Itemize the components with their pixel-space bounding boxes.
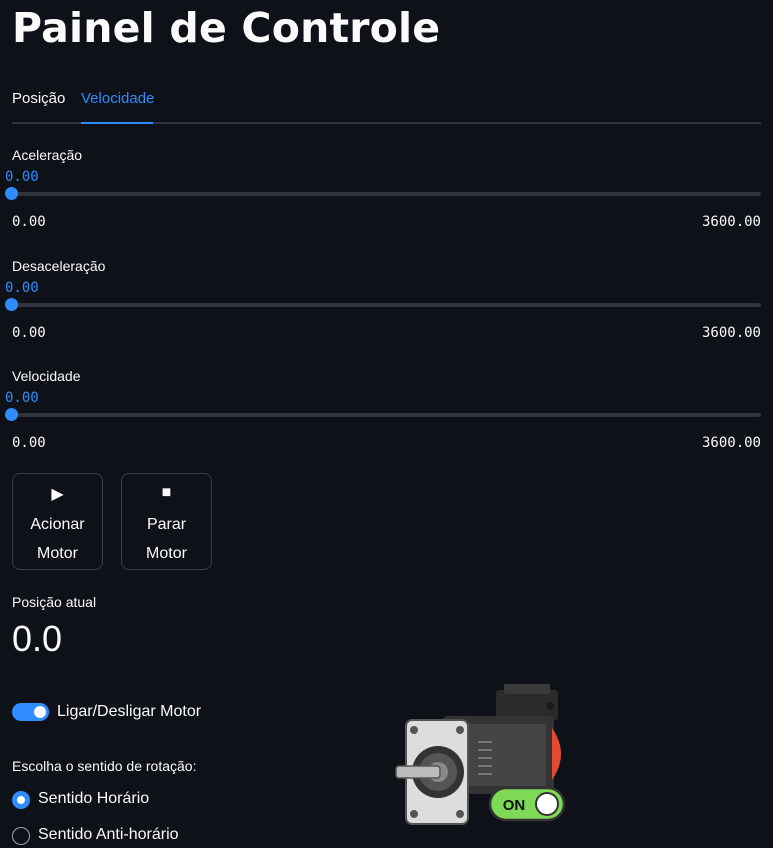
slider-max-label: 3600.00 — [701, 325, 761, 341]
slider-track[interactable] — [12, 303, 761, 307]
slider-track[interactable] — [12, 192, 761, 196]
motor-toggle-label: Ligar/Desligar Motor — [57, 703, 202, 720]
motor-illustration: ON — [395, 684, 566, 825]
slider-desaceleracao: Desaceleração 0.00 0.00 3600.00 — [0, 258, 773, 363]
tab-bar: Posição Velocidade — [12, 86, 761, 124]
tab-posicao[interactable]: Posição — [12, 90, 65, 107]
slider-max-label: 3600.00 — [701, 214, 761, 230]
radio-counterclockwise[interactable] — [12, 827, 30, 845]
radio-counterclockwise-label[interactable]: Sentido Anti-horário — [38, 826, 179, 844]
active-tab-indicator — [81, 122, 153, 124]
metric-value: 0.0 — [12, 618, 63, 659]
metric-label: Posição atual — [12, 594, 97, 610]
slider-label: Velocidade — [12, 368, 81, 384]
slider-min-label: 0.00 — [12, 435, 46, 451]
slider-min-label: 0.00 — [12, 214, 46, 230]
slider-velocidade: Velocidade 0.00 0.00 3600.00 — [0, 368, 773, 473]
slider-current-value: 0.00 — [5, 280, 39, 296]
on-badge-text: ON — [503, 797, 526, 814]
start-motor-label: Acionar Motor — [30, 516, 85, 562]
stop-motor-label: Parar Motor — [146, 516, 187, 562]
stop-icon: ■ — [161, 484, 172, 501]
toggle-knob — [34, 706, 46, 718]
rotation-question: Escolha o sentido de rotação: — [12, 758, 197, 774]
motor-toggle[interactable] — [12, 703, 49, 721]
start-motor-button[interactable]: ▶ Acionar Motor — [12, 473, 103, 570]
radio-clockwise-label[interactable]: Sentido Horário — [38, 790, 149, 808]
stop-motor-button[interactable]: ■ Parar Motor — [121, 473, 212, 570]
slider-current-value: 0.00 — [5, 390, 39, 406]
tab-velocidade[interactable]: Velocidade — [81, 90, 154, 107]
slider-label: Desaceleração — [12, 258, 106, 274]
slider-thumb[interactable] — [5, 187, 18, 200]
slider-track[interactable] — [12, 413, 761, 417]
slider-label: Aceleração — [12, 147, 83, 163]
slider-max-label: 3600.00 — [701, 435, 761, 451]
radio-clockwise[interactable] — [12, 791, 30, 809]
slider-current-value: 0.00 — [5, 169, 39, 185]
page-title: Painel de Controle — [12, 4, 441, 52]
slider-min-label: 0.00 — [12, 325, 46, 341]
slider-thumb[interactable] — [5, 408, 18, 421]
slider-thumb[interactable] — [5, 298, 18, 311]
play-icon: ▶ — [51, 486, 64, 503]
slider-aceleracao: Aceleração 0.00 0.00 3600.00 — [0, 147, 773, 252]
